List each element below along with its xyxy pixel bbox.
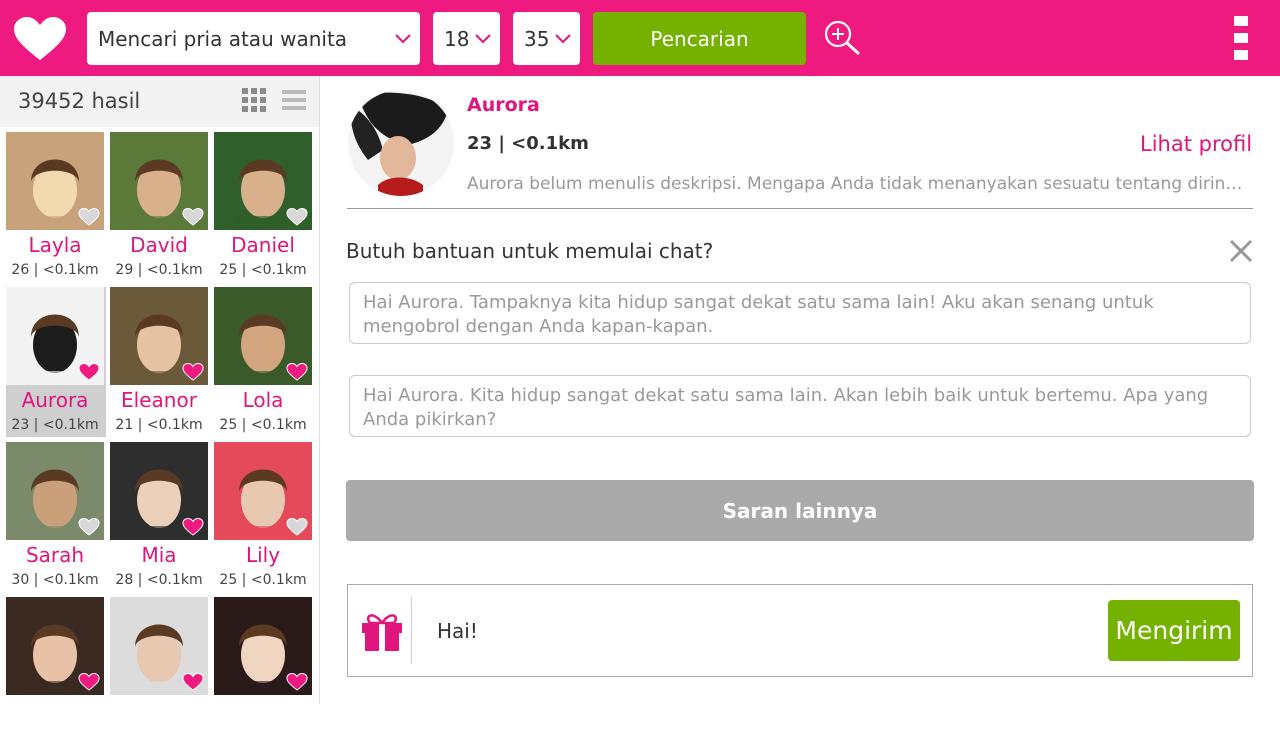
profile-card-meta: 30 | <0.1km xyxy=(11,572,99,588)
profile-card-name: Layla xyxy=(28,233,82,257)
age-max-select[interactable]: 35 xyxy=(513,12,580,65)
suggestion-message[interactable]: Hai Aurora. Kita hidup sangat dekat satu… xyxy=(349,375,1251,437)
send-button[interactable]: Mengirim xyxy=(1108,600,1240,661)
heart-logo-icon[interactable] xyxy=(12,16,68,62)
grid-view-icon[interactable] xyxy=(242,88,266,112)
chat-help-title: Butuh bantuan untuk memulai chat? xyxy=(346,239,714,263)
profile-card-meta: 26 | <0.1km xyxy=(11,262,99,278)
profile-card[interactable]: Lola 25 | <0.1km xyxy=(214,287,314,437)
more-suggestions-button[interactable]: Saran lainnya xyxy=(346,480,1254,541)
favorite-heart-icon[interactable] xyxy=(78,363,100,381)
profile-card-name: Lola xyxy=(242,388,284,412)
profile-card[interactable] xyxy=(6,597,106,747)
profile-description: Aurora belum menulis deskripsi. Mengapa … xyxy=(467,174,1252,194)
chat-pane: Aurora 23 | <0.1km Lihat profil Aurora b… xyxy=(320,76,1280,704)
search-button[interactable]: Pencarian xyxy=(593,12,806,65)
results-pane: 39452 hasil Layla 26 | <0.1km David 29 | <0… xyxy=(0,76,319,704)
chevron-down-icon xyxy=(555,33,571,43)
gender-select-value: Mencari pria atau wanita xyxy=(98,26,348,51)
profile-card[interactable]: Sarah 30 | <0.1km xyxy=(6,442,106,592)
chevron-down-icon xyxy=(395,33,411,43)
profile-card-meta: 25 | <0.1km xyxy=(219,417,307,433)
profile-card[interactable]: Lily 25 | <0.1km xyxy=(214,442,314,592)
profile-card[interactable] xyxy=(214,597,314,747)
profile-card-name: David xyxy=(130,233,188,257)
age-min-select[interactable]: 18 xyxy=(433,12,500,65)
view-profile-link[interactable]: Lihat profil xyxy=(1140,132,1252,156)
profile-card-meta: 29 | <0.1km xyxy=(115,262,203,278)
profile-card-name: Mia xyxy=(141,543,177,567)
close-icon[interactable] xyxy=(1228,238,1254,264)
favorite-heart-icon[interactable] xyxy=(286,518,308,536)
profile-avatar[interactable] xyxy=(348,90,454,196)
profile-card-name: Aurora xyxy=(21,388,89,412)
profile-card-name: Sarah xyxy=(25,543,85,567)
profile-card-name: Lily xyxy=(245,543,281,567)
profile-card-meta: 25 | <0.1km xyxy=(219,262,307,278)
results-count: 39452 hasil xyxy=(18,89,141,113)
favorite-heart-icon[interactable] xyxy=(182,673,204,691)
profile-card[interactable]: Eleanor 21 | <0.1km xyxy=(110,287,210,437)
composer-divider xyxy=(411,597,412,664)
search-plus-icon[interactable] xyxy=(822,19,862,57)
overflow-menu-icon[interactable] xyxy=(1232,16,1250,60)
profile-card[interactable]: Aurora 23 | <0.1km xyxy=(6,287,106,437)
favorite-heart-icon[interactable] xyxy=(78,673,100,691)
suggestion-message[interactable]: Hai Aurora. Tampaknya kita hidup sangat … xyxy=(349,282,1251,344)
profile-card-name: Daniel xyxy=(231,233,295,257)
favorite-heart-icon[interactable] xyxy=(286,673,308,691)
gift-icon[interactable] xyxy=(360,609,404,653)
profile-card[interactable] xyxy=(110,597,210,747)
chevron-down-icon xyxy=(475,33,491,43)
list-view-icon[interactable] xyxy=(282,88,306,112)
favorite-heart-icon[interactable] xyxy=(182,363,204,381)
profile-card-name: Eleanor xyxy=(121,388,197,412)
divider xyxy=(347,208,1253,209)
age-max-value: 35 xyxy=(524,26,550,51)
profile-card[interactable]: Daniel 25 | <0.1km xyxy=(214,132,314,282)
profile-card[interactable]: David 29 | <0.1km xyxy=(110,132,210,282)
favorite-heart-icon[interactable] xyxy=(182,208,204,226)
profile-name: Aurora xyxy=(467,94,540,116)
favorite-heart-icon[interactable] xyxy=(286,208,308,226)
message-input[interactable]: Hai! xyxy=(437,619,478,643)
top-bar: Mencari pria atau wanita 18 35 Pencarian xyxy=(0,0,1280,76)
profile-meta: 23 | <0.1km xyxy=(467,133,589,154)
message-composer: Hai! Mengirim xyxy=(347,584,1253,677)
results-header: 39452 hasil xyxy=(0,76,319,127)
profile-card-meta: 25 | <0.1km xyxy=(219,572,307,588)
favorite-heart-icon[interactable] xyxy=(78,208,100,226)
favorite-heart-icon[interactable] xyxy=(78,518,100,536)
profile-card[interactable]: Layla 26 | <0.1km xyxy=(6,132,106,282)
profile-card-meta: 28 | <0.1km xyxy=(115,572,203,588)
favorite-heart-icon[interactable] xyxy=(182,518,204,536)
profile-card-meta: 23 | <0.1km xyxy=(11,417,99,433)
profile-card[interactable]: Mia 28 | <0.1km xyxy=(110,442,210,592)
gender-select[interactable]: Mencari pria atau wanita xyxy=(87,12,420,65)
profile-card-meta: 21 | <0.1km xyxy=(115,417,203,433)
favorite-heart-icon[interactable] xyxy=(286,363,308,381)
age-min-value: 18 xyxy=(444,26,470,51)
